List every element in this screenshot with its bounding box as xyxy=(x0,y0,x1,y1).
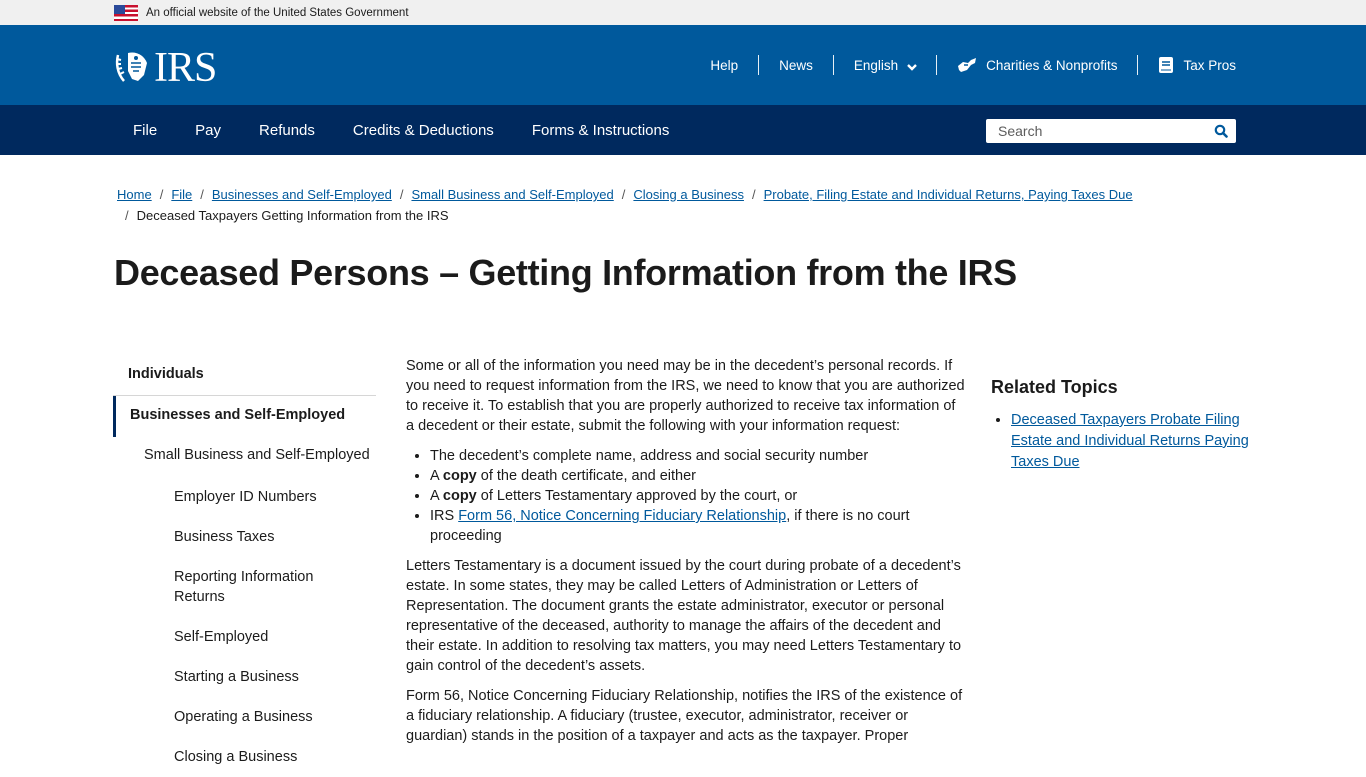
list-item-text: A xyxy=(430,488,443,504)
breadcrumb-separator: / xyxy=(751,187,756,202)
utility-nav: Help News English Charities & Nonprofits xyxy=(690,25,1236,105)
list-item: IRS Form 56, Notice Concerning Fiduciary… xyxy=(430,506,966,546)
help-link[interactable]: Help xyxy=(690,58,758,73)
sidebar-nav: Individuals Businesses and Self-Employed… xyxy=(113,355,376,777)
list-item-text: A xyxy=(430,468,443,484)
page-title: Deceased Persons – Getting Information f… xyxy=(114,252,1017,293)
list-item: A copy of Letters Testamentary approved … xyxy=(430,486,966,506)
handshake-icon xyxy=(957,56,977,74)
language-label: English xyxy=(853,57,899,73)
related-link-probate[interactable]: Deceased Taxpayers Probate Filing Estate… xyxy=(1011,412,1249,470)
breadcrumb-home[interactable]: Home xyxy=(117,187,152,202)
intro-paragraph: Some or all of the information you need … xyxy=(406,358,965,434)
main-content: Some or all of the information you need … xyxy=(406,356,966,756)
search-input[interactable] xyxy=(986,119,1206,143)
tax-pros-link[interactable]: Tax Pros xyxy=(1138,56,1236,74)
breadcrumb-current: Deceased Taxpayers Getting Information f… xyxy=(136,208,449,223)
search-icon xyxy=(1214,124,1228,138)
letters-testamentary-paragraph: Letters Testamentary is a document issue… xyxy=(406,558,962,674)
charities-link[interactable]: Charities & Nonprofits xyxy=(937,56,1137,74)
breadcrumb-separator: / xyxy=(125,208,129,223)
list-item: Deceased Taxpayers Probate Filing Estate… xyxy=(1011,410,1251,473)
breadcrumb-probate[interactable]: Probate, Filing Estate and Individual Re… xyxy=(764,187,1133,202)
bold-text: copy xyxy=(442,468,477,484)
bold-text: copy xyxy=(442,488,477,504)
sidebar-item-businesses-self-employed[interactable]: Businesses and Self-Employed xyxy=(113,396,376,437)
breadcrumb-closing-business[interactable]: Closing a Business xyxy=(633,187,744,202)
sidebar-item-reporting-info-returns[interactable]: Reporting Information Returns xyxy=(113,557,376,617)
related-topics-list: Deceased Taxpayers Probate Filing Estate… xyxy=(1011,410,1251,473)
gov-banner: An official website of the United States… xyxy=(0,0,1366,25)
breadcrumb-separator: / xyxy=(399,187,404,202)
help-label: Help xyxy=(710,57,739,73)
nav-forms-instructions[interactable]: Forms & Instructions xyxy=(513,122,689,139)
divider xyxy=(758,55,760,75)
sidebar-item-closing-business[interactable]: Closing a Business xyxy=(113,737,376,777)
breadcrumb-separator: / xyxy=(200,187,204,202)
news-link[interactable]: News xyxy=(759,58,833,73)
irs-eagle-icon xyxy=(114,49,152,87)
search-box xyxy=(986,119,1236,143)
related-topics: Related Topics Deceased Taxpayers Probat… xyxy=(991,377,1251,473)
list-item-text: The decedent’s complete name, address an… xyxy=(430,448,869,464)
list-item-text: of the death certificate, and either xyxy=(476,468,696,484)
sidebar-item-self-employed[interactable]: Self-Employed xyxy=(113,617,376,657)
tax-pros-label: Tax Pros xyxy=(1183,57,1236,73)
breadcrumb-small-business[interactable]: Small Business and Self-Employed xyxy=(411,187,613,202)
divider xyxy=(936,55,938,75)
sidebar-item-operating-business[interactable]: Operating a Business xyxy=(113,697,376,737)
list-item: A copy of the death certificate, and eit… xyxy=(430,466,966,486)
main-nav: File Pay Refunds Credits & Deductions Fo… xyxy=(0,105,1366,155)
sidebar-item-starting-business[interactable]: Starting a Business xyxy=(113,657,376,697)
breadcrumb-separator: / xyxy=(621,187,626,202)
gov-banner-text: An official website of the United States… xyxy=(146,6,409,19)
irs-logo[interactable]: IRS xyxy=(114,45,217,91)
book-icon xyxy=(1158,56,1174,74)
list-item-text: IRS xyxy=(430,508,459,524)
site-header: IRS Help News English Charities & Nonpro… xyxy=(0,25,1366,105)
sidebar-item-individuals[interactable]: Individuals xyxy=(113,355,376,396)
logo-text: IRS xyxy=(154,45,217,91)
charities-label: Charities & Nonprofits xyxy=(986,57,1118,73)
nav-refunds[interactable]: Refunds xyxy=(240,122,334,139)
form-56-link[interactable]: Form 56, Notice Concerning Fiduciary Rel… xyxy=(458,508,786,524)
news-label: News xyxy=(779,57,813,73)
language-dropdown[interactable]: English xyxy=(834,58,936,73)
sidebar-item-small-business[interactable]: Small Business and Self-Employed xyxy=(113,437,376,477)
breadcrumb-file[interactable]: File xyxy=(171,187,192,202)
requirements-list: The decedent’s complete name, address an… xyxy=(430,446,966,546)
breadcrumb-separator: / xyxy=(159,187,164,202)
sidebar-item-business-taxes[interactable]: Business Taxes xyxy=(113,517,376,557)
us-flag-icon xyxy=(114,4,138,21)
related-topics-heading: Related Topics xyxy=(991,377,1118,397)
form-56-paragraph: Form 56, Notice Concerning Fiduciary Rel… xyxy=(406,688,963,744)
chevron-down-icon xyxy=(906,60,918,71)
divider xyxy=(1137,55,1139,75)
list-item: The decedent’s complete name, address an… xyxy=(430,446,966,466)
nav-file[interactable]: File xyxy=(114,122,176,139)
sidebar-item-employer-id[interactable]: Employer ID Numbers xyxy=(113,477,376,517)
breadcrumb-businesses[interactable]: Businesses and Self-Employed xyxy=(212,187,392,202)
nav-pay[interactable]: Pay xyxy=(176,122,240,139)
breadcrumb: Home / File / Businesses and Self-Employed / S… xyxy=(117,184,1247,226)
list-item-text: of Letters Testamentary approved by the … xyxy=(476,488,798,504)
divider xyxy=(832,55,834,75)
search-button[interactable] xyxy=(1206,119,1236,143)
nav-credits-deductions[interactable]: Credits & Deductions xyxy=(334,122,513,139)
